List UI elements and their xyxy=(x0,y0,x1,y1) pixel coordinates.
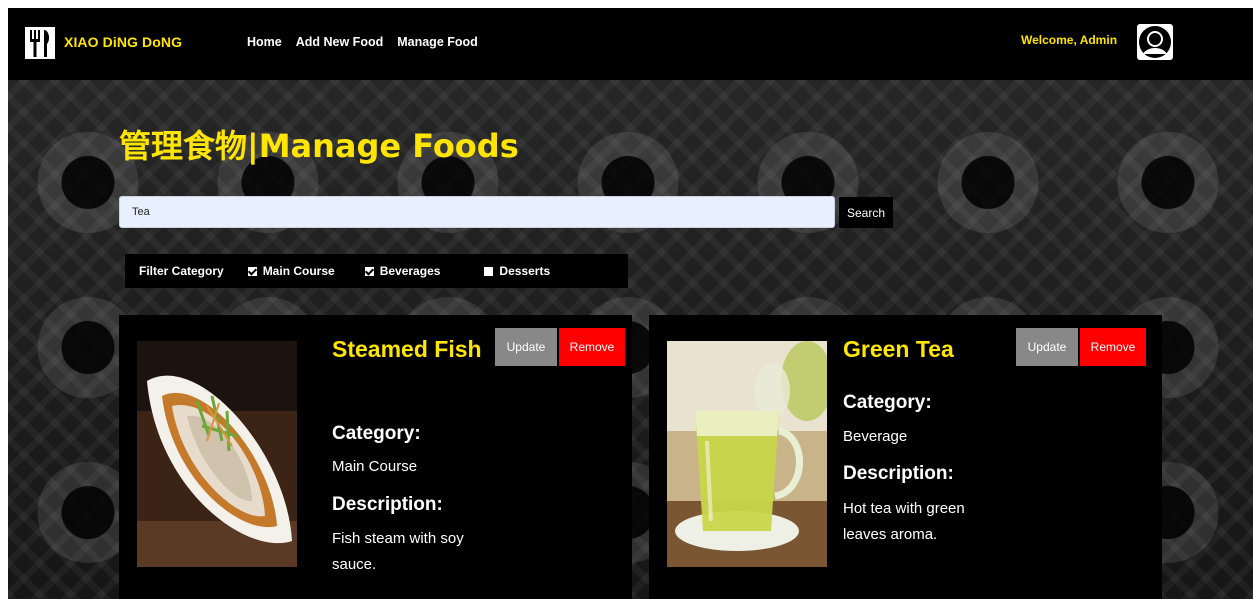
filter-category-label: Filter Category xyxy=(139,264,224,278)
filter-desserts-checkbox[interactable]: Desserts xyxy=(484,264,550,278)
welcome-text: Welcome, Admin xyxy=(1021,33,1118,47)
remove-button[interactable]: Remove xyxy=(1080,328,1146,366)
remove-button[interactable]: Remove xyxy=(559,328,625,366)
checkbox-checked-icon[interactable] xyxy=(247,266,257,276)
green-tea-image xyxy=(667,341,827,567)
description-label: Description: xyxy=(332,494,443,515)
food-name: Steamed Fish xyxy=(332,336,482,362)
search-button[interactable]: Search xyxy=(839,197,893,228)
brand-name[interactable]: XIAO DiNG DoNG xyxy=(64,34,182,50)
category-value: Main Course xyxy=(332,458,418,475)
user-avatar-icon[interactable] xyxy=(1137,24,1173,60)
top-navbar: XIAO DiNG DoNG Home Add New Food Manage … xyxy=(8,8,1253,80)
filter-option-label: Beverages xyxy=(379,264,441,278)
category-label: Category: xyxy=(843,392,932,413)
category-label: Category: xyxy=(332,423,421,444)
food-card-steamed-fish: Steamed Fish Category: Main Course Descr… xyxy=(119,315,632,599)
food-card-green-tea: Green Tea Category: Beverage Description… xyxy=(649,315,1162,599)
nav-link-add-new-food[interactable]: Add New Food xyxy=(296,35,384,49)
food-name: Green Tea xyxy=(843,336,954,362)
description-value: Fish steam with soy sauce. xyxy=(332,530,464,573)
checkbox-unchecked-icon[interactable] xyxy=(484,266,494,276)
steamed-fish-image xyxy=(137,341,297,567)
filter-option-label: Main Course xyxy=(262,264,335,278)
description-label: Description: xyxy=(843,463,954,484)
filter-main-course-checkbox[interactable]: Main Course xyxy=(247,264,335,278)
update-button[interactable]: Update xyxy=(495,328,557,366)
checkbox-checked-icon[interactable] xyxy=(364,266,374,276)
category-value: Beverage xyxy=(843,428,908,445)
page-title: 管理食物|Manage Foods xyxy=(119,127,519,165)
filter-option-label: Desserts xyxy=(499,264,551,278)
nav-link-home[interactable]: Home xyxy=(247,35,282,49)
nav-link-manage-food[interactable]: Manage Food xyxy=(397,35,478,49)
app-frame: XIAO DiNG DoNG Home Add New Food Manage … xyxy=(8,8,1253,599)
description-value: Hot tea with green leaves aroma. xyxy=(843,500,965,543)
search-input[interactable] xyxy=(119,196,835,228)
filter-beverages-checkbox[interactable]: Beverages xyxy=(364,264,441,278)
fork-knife-icon[interactable] xyxy=(25,27,55,59)
nav-links: Home Add New Food Manage Food xyxy=(247,35,478,49)
filter-category-bar: Filter Category Main Course Beverages De… xyxy=(125,254,628,288)
update-button[interactable]: Update xyxy=(1016,328,1078,366)
